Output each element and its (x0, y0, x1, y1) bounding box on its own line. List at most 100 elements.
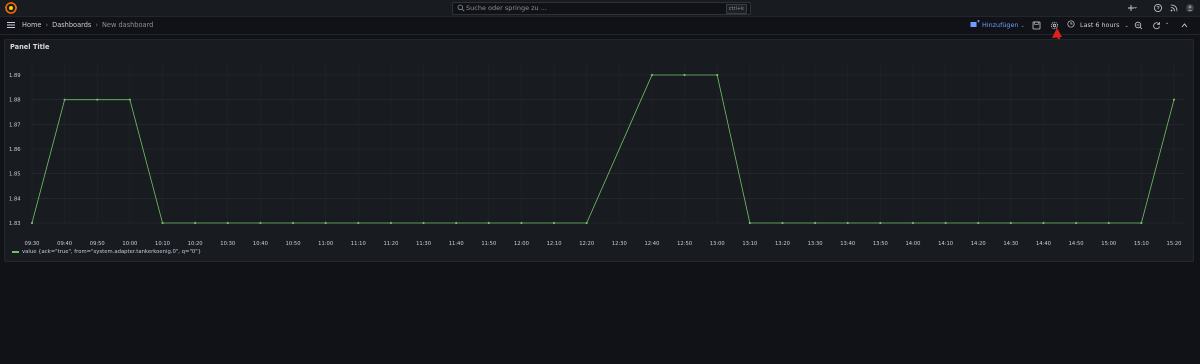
data-point (30, 221, 34, 225)
menu-icon[interactable] (6, 20, 16, 30)
x-tick-label: 12:40 (644, 241, 659, 247)
x-tick-label: 11:20 (383, 241, 398, 247)
x-tick-label: 10:50 (286, 241, 301, 247)
news-feed-icon[interactable] (1169, 3, 1179, 13)
data-point (813, 221, 817, 225)
search-input[interactable]: Suche oder springe zu ... ctrl+k (452, 2, 751, 15)
data-point (1107, 221, 1110, 225)
y-tick-label: 1.85 (9, 172, 21, 178)
refresh-icon[interactable] (1152, 21, 1161, 30)
data-point (1075, 221, 1078, 225)
y-tick-label: 1.84 (9, 196, 21, 202)
legend-series-swatch (12, 250, 19, 253)
data-point (716, 73, 719, 77)
x-tick-label: 10:40 (253, 241, 268, 247)
x-tick-label: 12:20 (579, 241, 594, 247)
data-point (455, 221, 458, 225)
data-point (585, 221, 588, 225)
x-tick-label: 13:20 (775, 241, 790, 247)
data-point (1042, 221, 1045, 225)
x-tick-label: 11:30 (416, 241, 431, 247)
time-range-label: Last 6 hours (1080, 21, 1120, 29)
data-point (650, 73, 654, 77)
data-point (422, 221, 425, 225)
data-point (879, 221, 882, 225)
y-tick-label: 1.87 (9, 122, 21, 128)
x-tick-label: 09:50 (90, 241, 105, 247)
data-point (389, 221, 393, 225)
data-point (357, 221, 360, 225)
dashboard-toolbar: Home › Dashboards › New dashboard Hinzufügen… (0, 17, 1200, 35)
data-point (683, 73, 686, 77)
x-tick-label: 09:40 (57, 241, 72, 247)
x-tick-label: 14:20 (971, 241, 986, 247)
x-tick-label: 12:00 (514, 241, 529, 247)
x-tick-label: 13:50 (873, 241, 888, 247)
y-tick-label: 1.83 (9, 221, 21, 227)
data-point (128, 98, 131, 101)
x-tick-label: 12:10 (547, 241, 562, 247)
x-tick-label: 11:10 (351, 241, 366, 247)
data-point (96, 98, 99, 101)
data-point (552, 221, 556, 225)
breadcrumb-dashboards[interactable]: Dashboards (52, 21, 91, 29)
x-tick-label: 12:30 (612, 241, 627, 247)
x-tick-label: 12:50 (677, 241, 692, 247)
x-tick-label: 10:30 (220, 241, 235, 247)
refresh-interval-chevron-down-icon[interactable]: ⌄ (1165, 20, 1169, 26)
search-icon (457, 4, 465, 12)
x-tick-label: 11:50 (481, 241, 496, 247)
data-point (161, 221, 164, 225)
x-tick-label: 10:10 (155, 241, 170, 247)
add-button-label: Hinzufügen (982, 21, 1019, 29)
chevron-down-icon: ⌄ (1124, 23, 1129, 29)
x-tick-label: 13:40 (840, 241, 855, 247)
data-point (748, 221, 751, 225)
user-avatar-icon[interactable] (1185, 3, 1195, 13)
panel[interactable]: Panel Title 1.89 1.88 1.87 1.86 1.85 1.84 1.83… (4, 39, 1194, 262)
data-point (781, 221, 784, 225)
x-tick-label: 13:30 (808, 241, 823, 247)
top-bar: Suche oder springe zu ... ctrl+k (0, 0, 1200, 17)
plus-dropdown-icon[interactable] (1127, 3, 1137, 13)
data-point (1172, 98, 1176, 101)
x-tick-label: 14:40 (1036, 241, 1051, 247)
x-tick-label: 10:00 (122, 241, 137, 247)
add-button[interactable]: Hinzufügen ⌄ (970, 20, 1025, 31)
save-icon[interactable] (1032, 21, 1041, 30)
data-point (1009, 221, 1012, 225)
data-point (226, 221, 229, 225)
breadcrumb-separator-icon: › (45, 21, 49, 29)
breadcrumb: Home › Dashboards › New dashboard (22, 17, 153, 34)
x-tick-label: 10:20 (188, 241, 203, 247)
data-point (63, 98, 66, 101)
zoom-out-icon[interactable] (1134, 21, 1143, 30)
chevron-down-icon: ⌄ (1020, 23, 1025, 29)
data-point (911, 221, 915, 225)
breadcrumb-home[interactable]: Home (22, 21, 41, 29)
y-tick-label: 1.89 (9, 73, 21, 79)
x-tick-label: 11:00 (318, 241, 333, 247)
data-point (1140, 221, 1143, 225)
data-point (977, 221, 980, 225)
collapse-chevron-up-icon[interactable] (1180, 21, 1189, 30)
x-tick-label: 15:00 (1101, 241, 1116, 247)
search-placeholder: Suche oder springe zu ... (466, 4, 547, 12)
legend-series-label: value {ack="true", from="system.adapter.… (22, 249, 202, 255)
x-tick-label: 13:10 (742, 241, 757, 247)
x-tick-label: 13:00 (710, 241, 725, 247)
help-icon[interactable] (1153, 3, 1163, 13)
x-tick-label: 14:30 (1003, 241, 1018, 247)
y-tick-label: 1.88 (9, 98, 21, 104)
breadcrumb-separator-icon: › (95, 21, 98, 29)
grafana-logo-icon[interactable] (5, 2, 17, 14)
data-point (324, 221, 327, 225)
data-point (487, 221, 490, 225)
legend-item[interactable]: value {ack="true", from="system.adapter.… (12, 248, 201, 257)
x-tick-label: 11:40 (449, 241, 464, 247)
x-tick-label: 15:20 (1167, 241, 1182, 247)
add-panel-icon (970, 20, 980, 27)
time-series-chart: 1.89 1.88 1.87 1.86 1.85 1.84 1.83 09:30 09:40 09… (9, 63, 1185, 247)
x-tick-label: 14:10 (938, 241, 953, 247)
data-point (944, 221, 947, 225)
